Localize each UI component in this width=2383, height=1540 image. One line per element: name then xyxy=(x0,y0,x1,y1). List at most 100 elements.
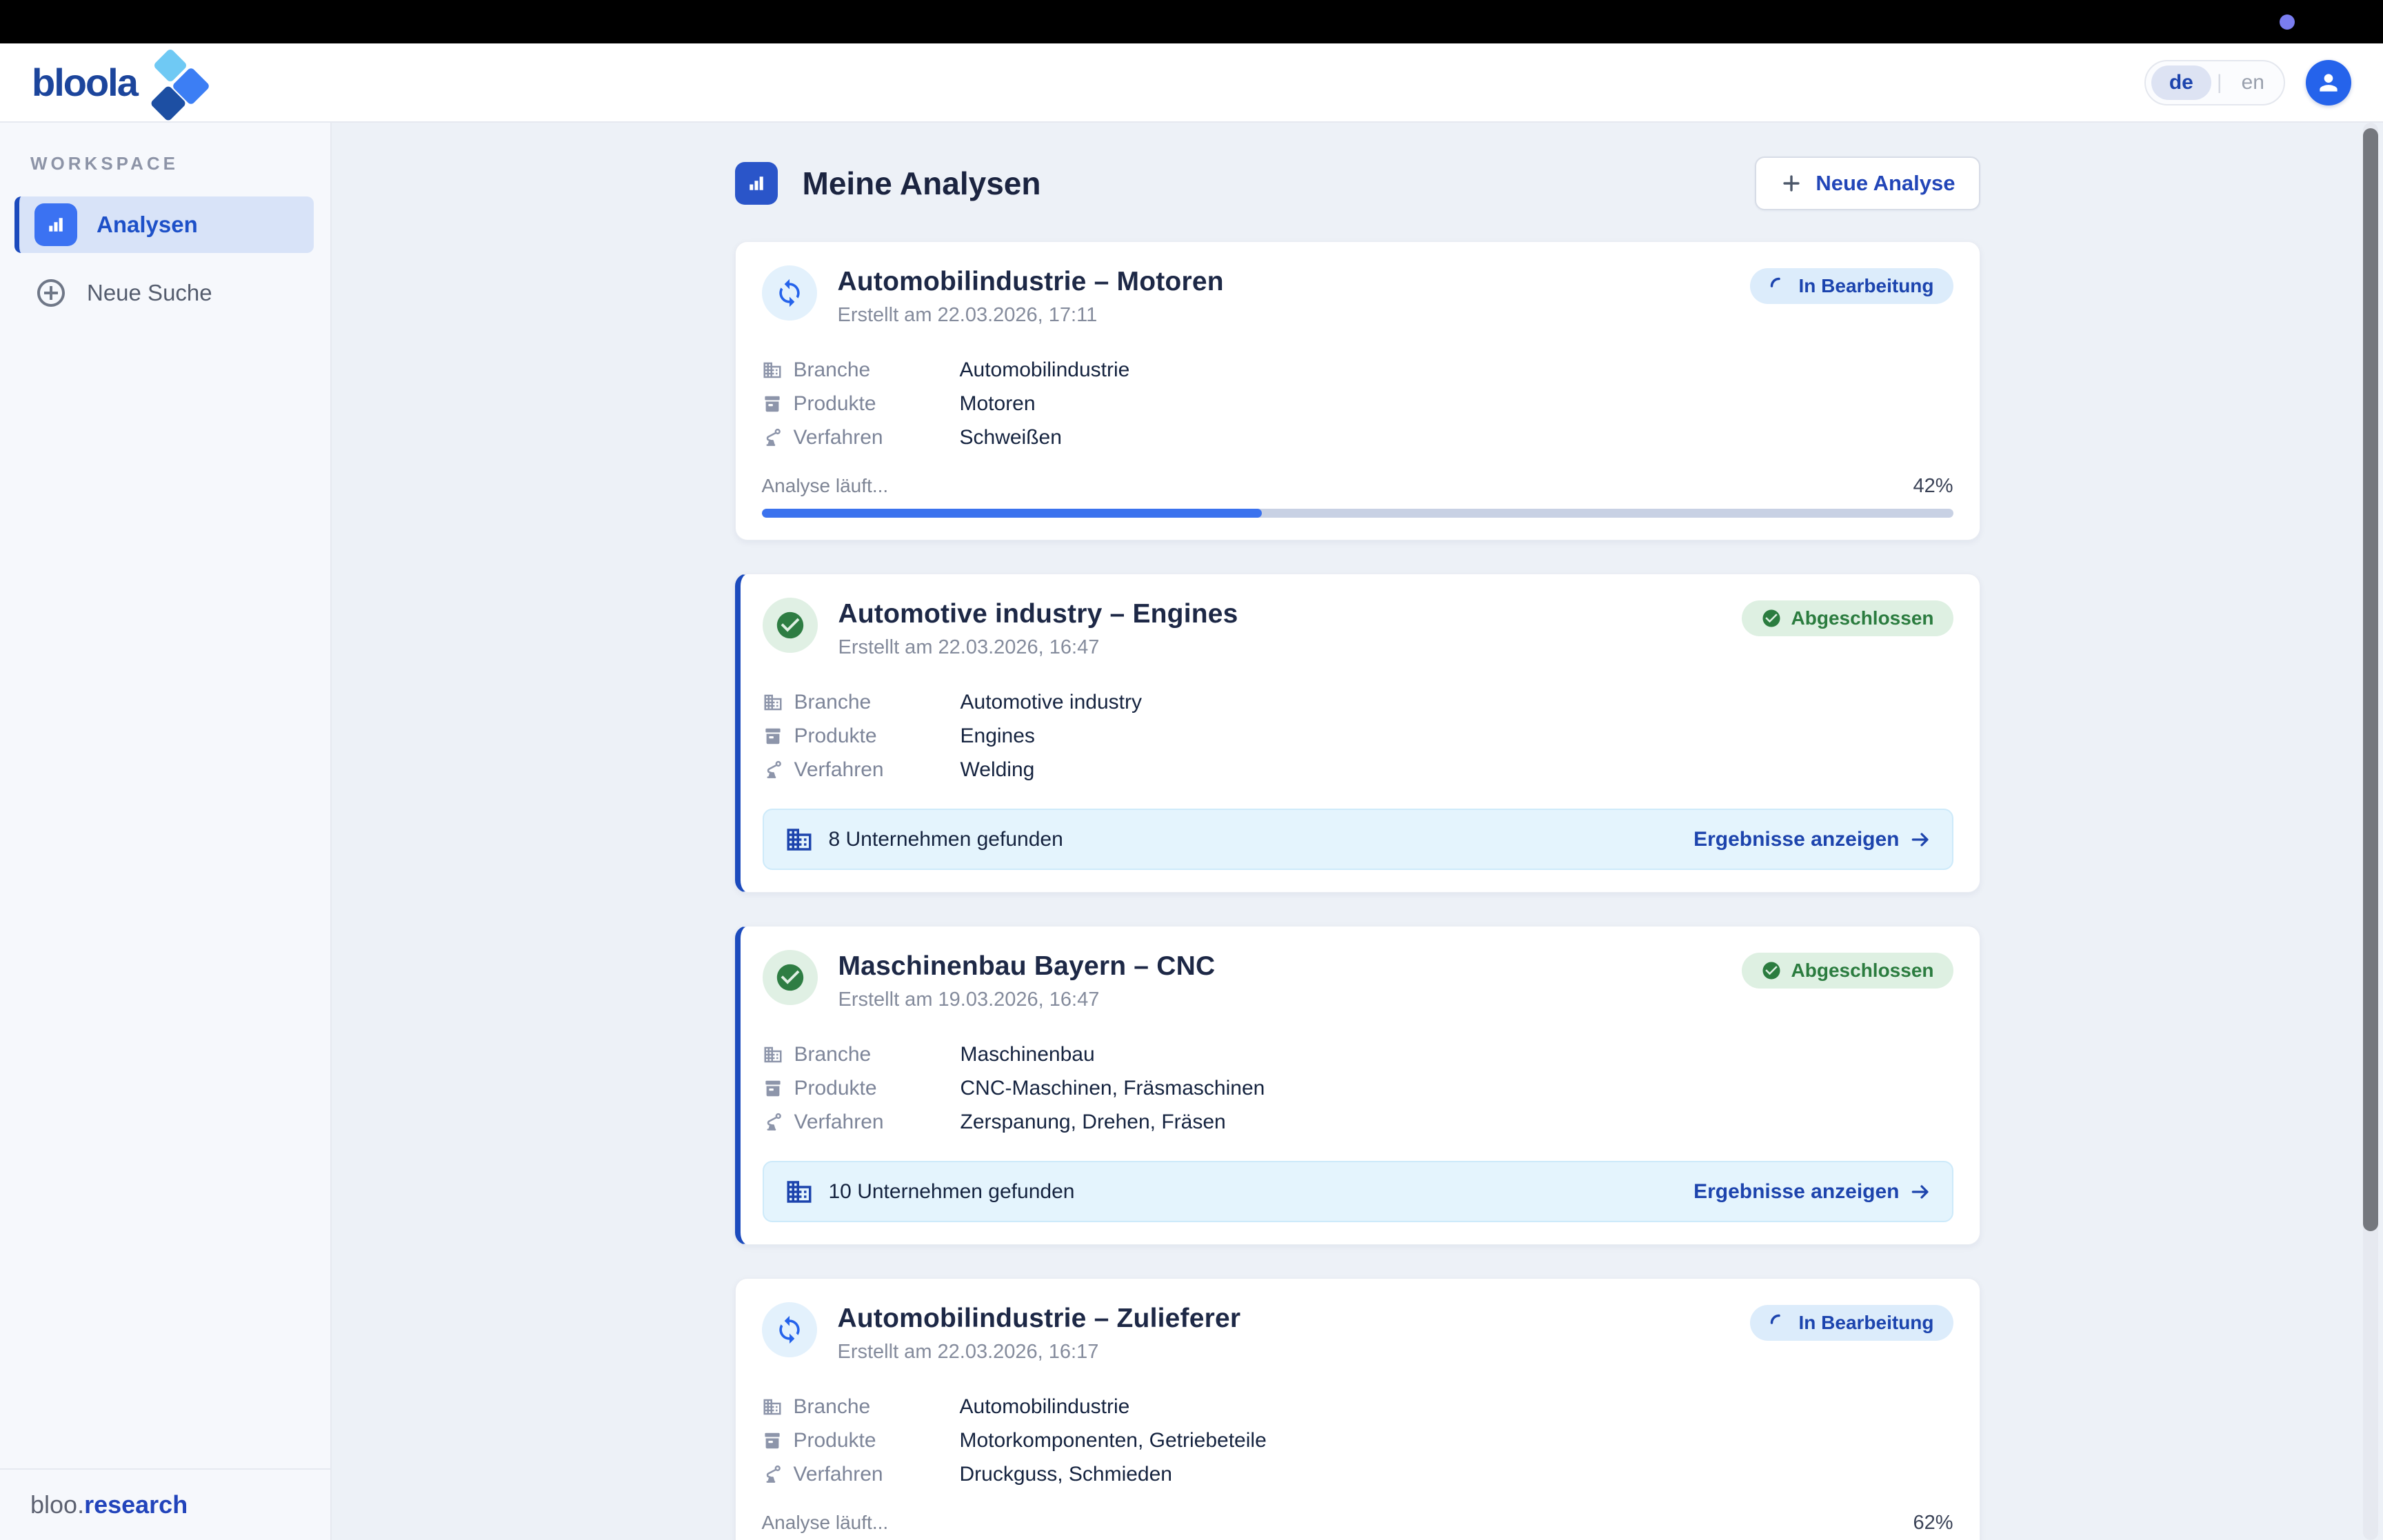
status-badge-label: In Bearbeitung xyxy=(1798,1312,1933,1334)
language-option-en[interactable]: en xyxy=(2228,71,2278,94)
sidebar-item-label: Neue Suche xyxy=(87,280,212,306)
sidebar-item-neue-suche[interactable]: Neue Suche xyxy=(14,271,314,315)
analysis-created-at: Erstellt am 22.03.2026, 16:47 xyxy=(838,636,1238,659)
analysis-card: Maschinenbau Bayern – CNC Erstellt am 19… xyxy=(735,926,1980,1245)
status-badge: In Bearbeitung xyxy=(1750,268,1953,304)
progress-fill xyxy=(762,509,1263,518)
package-icon xyxy=(762,1430,783,1451)
detail-label-text: Branche xyxy=(794,691,872,714)
analysis-details: Branche Automobilindustrie Produkte Moto… xyxy=(762,353,1953,454)
status-badge: Abgeschlossen xyxy=(1742,600,1953,636)
check-circle-icon xyxy=(774,609,806,641)
status-icon-circle xyxy=(763,598,818,653)
robot-arm-icon xyxy=(763,760,783,780)
status-icon-circle xyxy=(762,265,817,321)
status-icon-circle xyxy=(763,950,818,1005)
main-area: Meine Analysen Neue Analyse Automobilind… xyxy=(332,123,2383,1540)
analysis-title: Automobilindustrie – Zulieferer xyxy=(838,1304,1241,1334)
status-badge-label: Abgeschlossen xyxy=(1791,960,1934,982)
analysis-title: Maschinenbau Bayern – CNC xyxy=(838,951,1216,982)
detail-row-verfahren: Verfahren Schweißen xyxy=(762,421,1953,454)
page-title: Meine Analysen xyxy=(803,165,1041,202)
language-divider: | xyxy=(2217,71,2222,94)
analysis-card: Automobilindustrie – Motoren Erstellt am… xyxy=(735,241,1980,540)
show-results-link[interactable]: Ergebnisse anzeigen xyxy=(1693,828,1931,851)
analysis-card: Automobilindustrie – Zulieferer Erstellt… xyxy=(735,1278,1980,1540)
analysis-details: Branche Automotive industry Produkte Eng… xyxy=(763,685,1953,787)
building-icon xyxy=(762,1397,783,1417)
status-badge-label: Abgeschlossen xyxy=(1791,607,1934,629)
new-analysis-label: Neue Analyse xyxy=(1816,171,1955,196)
package-icon xyxy=(763,1078,783,1099)
package-icon xyxy=(763,726,783,747)
bar-chart-icon xyxy=(34,203,77,246)
results-summary-bar: 10 Unternehmen gefunden Ergebnisse anzei… xyxy=(763,1161,1953,1222)
check-circle-icon xyxy=(1761,960,1782,981)
detail-row-produkte: Produkte CNC-Maschinen, Fräsmaschinen xyxy=(763,1071,1953,1105)
show-results-link[interactable]: Ergebnisse anzeigen xyxy=(1693,1180,1931,1204)
detail-label-text: Verfahren xyxy=(794,1463,883,1486)
detail-label-text: Verfahren xyxy=(794,426,883,449)
analysis-created-at: Erstellt am 22.03.2026, 17:11 xyxy=(838,304,1224,327)
status-badge: Abgeschlossen xyxy=(1742,953,1953,989)
progress-block: Analyse läuft... 42% xyxy=(762,475,1953,518)
bar-chart-icon xyxy=(744,171,769,196)
system-top-bar xyxy=(0,0,2383,43)
building-icon xyxy=(785,825,814,854)
status-badge-label: In Bearbeitung xyxy=(1798,275,1933,297)
detail-value-verfahren: Druckguss, Schmieden xyxy=(960,1463,1172,1486)
progress-block: Analyse läuft... 62% xyxy=(762,1512,1953,1540)
detail-value-produkte: Motorkomponenten, Getriebeteile xyxy=(960,1429,1267,1452)
results-count-text: 10 Unternehmen gefunden xyxy=(829,1180,1075,1204)
detail-value-produkte: CNC-Maschinen, Fräsmaschinen xyxy=(961,1077,1265,1100)
results-summary-bar: 8 Unternehmen gefunden Ergebnisse anzeig… xyxy=(763,809,1953,870)
building-icon xyxy=(763,1044,783,1065)
detail-row-branche: Branche Automobilindustrie xyxy=(762,353,1953,387)
user-avatar-button[interactable] xyxy=(2306,60,2351,105)
detail-value-branche: Automobilindustrie xyxy=(960,1395,1130,1419)
plus-circle-icon xyxy=(34,276,68,310)
detail-row-verfahren: Verfahren Welding xyxy=(763,753,1953,787)
bloola-logo[interactable]: bloola xyxy=(32,48,209,118)
language-option-de[interactable]: de xyxy=(2151,65,2211,100)
logo-text: bloola xyxy=(32,60,137,105)
sidebar-footer-brand: bloo.research xyxy=(0,1468,330,1540)
new-analysis-button[interactable]: Neue Analyse xyxy=(1755,156,1980,210)
sidebar-item-label: Analysen xyxy=(97,212,198,238)
detail-label-text: Produkte xyxy=(794,725,877,748)
scrollbar-thumb[interactable] xyxy=(2363,128,2378,1231)
detail-value-verfahren: Welding xyxy=(961,758,1035,782)
logo-diamonds-icon xyxy=(140,49,209,118)
detail-row-produkte: Produkte Engines xyxy=(763,719,1953,753)
building-icon xyxy=(762,360,783,381)
sync-icon xyxy=(774,278,805,308)
detail-label-text: Branche xyxy=(794,1395,871,1419)
progress-status-text: Analyse läuft... xyxy=(762,475,889,497)
language-toggle: de | en xyxy=(2144,60,2285,105)
show-results-label: Ergebnisse anzeigen xyxy=(1693,828,1899,851)
detail-label-text: Branche xyxy=(794,358,871,382)
recording-indicator-dot xyxy=(2280,14,2295,30)
progress-percent: 42% xyxy=(1913,475,1953,498)
detail-value-branche: Automobilindustrie xyxy=(960,358,1130,382)
detail-label-text: Verfahren xyxy=(794,758,884,782)
detail-value-produkte: Motoren xyxy=(960,392,1036,416)
detail-label-text: Branche xyxy=(794,1043,872,1066)
analysis-title: Automobilindustrie – Motoren xyxy=(838,267,1224,297)
package-icon xyxy=(762,394,783,414)
sidebar-item-analysen[interactable]: Analysen xyxy=(14,196,314,253)
robot-arm-icon xyxy=(763,1112,783,1133)
detail-value-produkte: Engines xyxy=(961,725,1035,748)
scrollbar-track[interactable] xyxy=(2363,123,2378,1540)
detail-label-text: Verfahren xyxy=(794,1111,884,1134)
sync-icon xyxy=(774,1315,805,1345)
detail-label-text: Produkte xyxy=(794,1429,876,1452)
spinner-icon xyxy=(1769,1313,1789,1333)
progress-bar-track xyxy=(762,509,1953,518)
detail-value-verfahren: Schweißen xyxy=(960,426,1062,449)
progress-percent: 62% xyxy=(1913,1512,1953,1534)
building-icon xyxy=(763,692,783,713)
analysis-card: Automotive industry – Engines Erstellt a… xyxy=(735,574,1980,893)
status-badge: In Bearbeitung xyxy=(1750,1305,1953,1341)
workspace-section-label: WORKSPACE xyxy=(30,153,330,174)
